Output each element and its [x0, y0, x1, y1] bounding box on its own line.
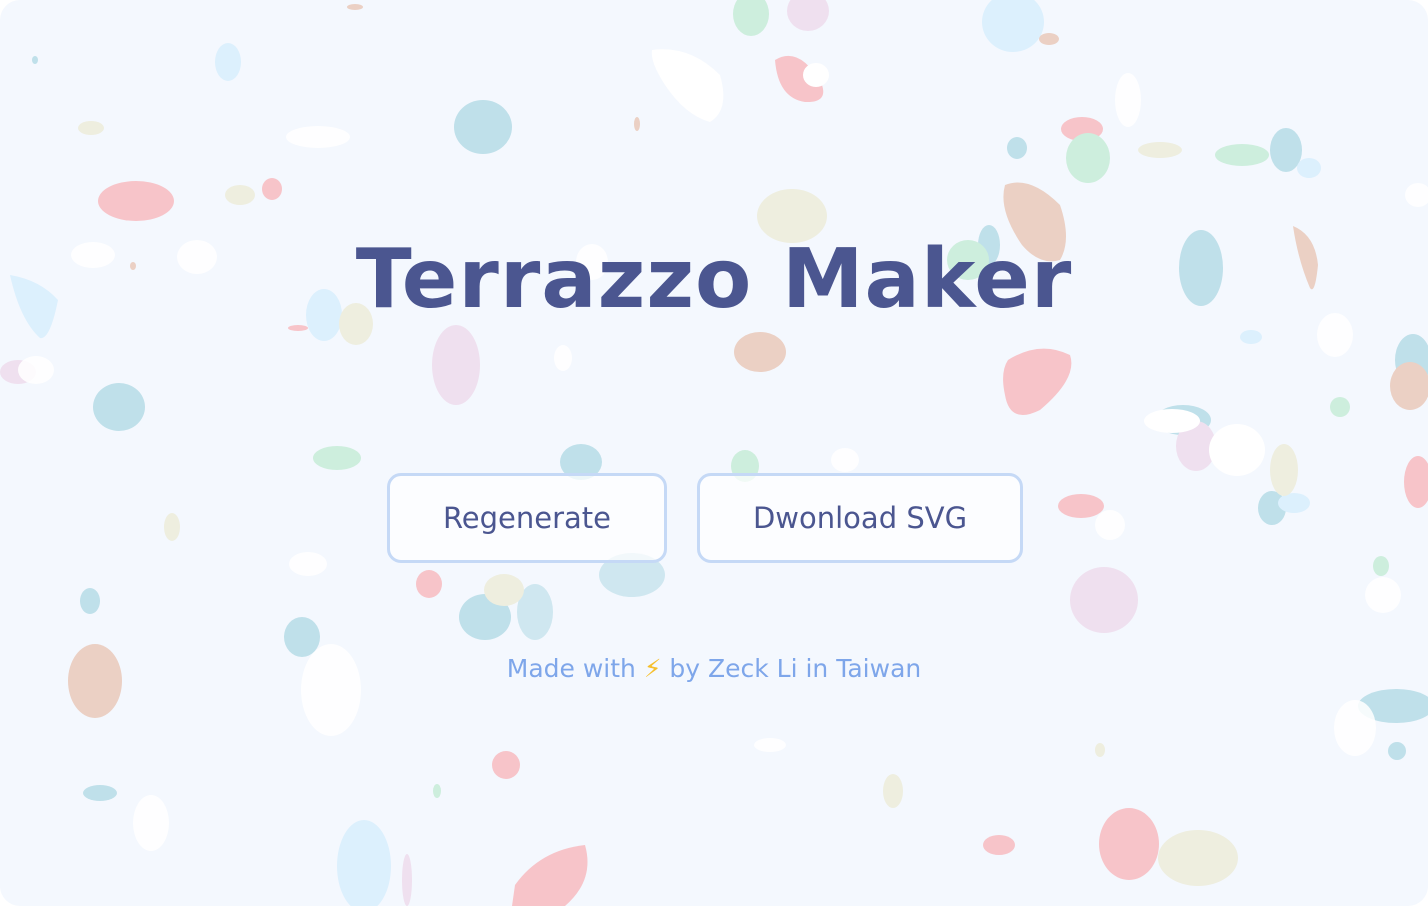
- download-svg-button[interactable]: Dwonload SVG: [697, 473, 1023, 563]
- footer-credit: Made with ⚡ by Zeck Li in Taiwan: [0, 654, 1428, 683]
- terrazzo-background: [0, 0, 1428, 906]
- footer-prefix: Made with: [506, 654, 636, 683]
- lightning-icon: ⚡: [643, 654, 662, 683]
- footer-suffix: by Zeck Li in Taiwan: [669, 654, 922, 683]
- regenerate-button[interactable]: Regenerate: [387, 473, 667, 563]
- app-frame: Terrazzo Maker Regenerate Dwonload SVG M…: [0, 0, 1428, 906]
- page-title: Terrazzo Maker: [355, 232, 1073, 327]
- terrazzo-chips: [0, 0, 1428, 906]
